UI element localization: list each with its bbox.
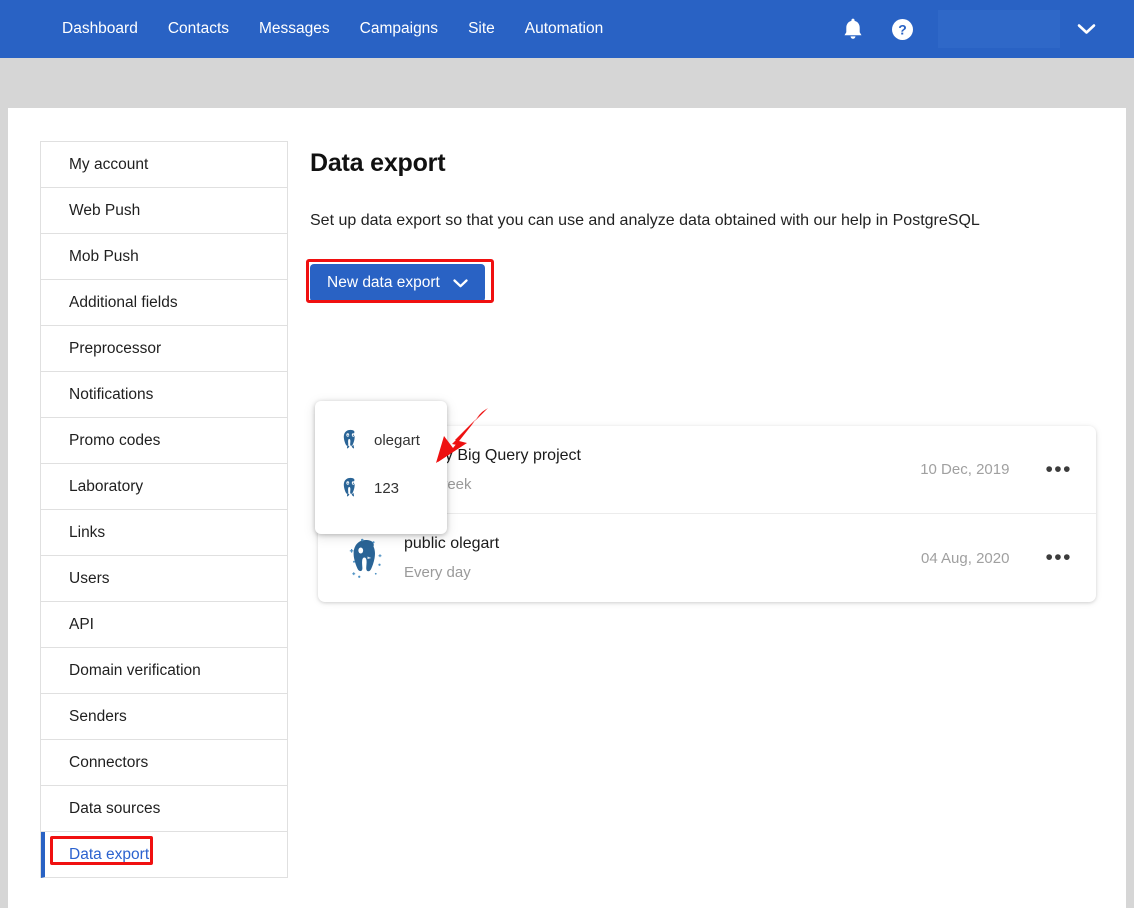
new-data-export-dropdown-menu: olegart 123	[315, 401, 447, 534]
export-row-date: 04 Aug, 2020	[921, 549, 1010, 567]
top-nav-right-controls: ?	[840, 0, 1134, 58]
dropdown-item-label: 123	[374, 479, 400, 497]
sidebar-item-laboratory[interactable]: Laboratory	[41, 464, 287, 510]
sidebar-item-promo-codes[interactable]: Promo codes	[41, 418, 287, 464]
row-text-block: estKey Big Query project very week	[404, 447, 920, 493]
main-content: Data export Set up data export so that y…	[306, 141, 1100, 303]
account-placeholder-block[interactable]	[938, 10, 1060, 48]
postgresql-elephant-icon	[338, 474, 363, 503]
svg-text:?: ?	[898, 21, 907, 37]
nav-link-automation[interactable]: Automation	[525, 21, 603, 37]
sidebar-item-label: My account	[69, 155, 149, 173]
export-row-title: public olegart	[404, 535, 500, 552]
dropdown-item-olegart[interactable]: olegart	[315, 419, 447, 461]
page-content-card: My account Web Push Mob Push Additional …	[8, 108, 1126, 908]
export-row-schedule: very week	[404, 475, 472, 493]
sidebar-item-additional-fields[interactable]: Additional fields	[41, 280, 287, 326]
sidebar-item-api[interactable]: API	[41, 602, 287, 648]
export-row-title: estKey Big Query project	[404, 446, 581, 464]
sidebar-item-label: Promo codes	[69, 431, 161, 449]
nav-link-campaigns[interactable]: Campaigns	[360, 21, 438, 37]
sidebar-item-label: Data export	[69, 845, 150, 863]
export-row-schedule: Every day	[404, 564, 471, 581]
new-data-export-button-label: New data export	[327, 274, 440, 291]
sidebar-item-label: Links	[69, 523, 106, 541]
sidebar-item-label: Notifications	[69, 385, 154, 403]
sidebar-item-label: Domain verification	[69, 661, 201, 679]
nav-link-site[interactable]: Site	[468, 21, 495, 37]
page-description: Set up data export so that you can use a…	[310, 212, 980, 229]
postgresql-elephant-icon	[338, 426, 363, 455]
sidebar-item-my-account[interactable]: My account	[41, 142, 287, 188]
chevron-down-icon	[453, 278, 468, 288]
sidebar-item-web-push[interactable]: Web Push	[41, 188, 287, 234]
page-title: Data export	[310, 149, 446, 177]
nav-link-messages[interactable]: Messages	[259, 21, 330, 37]
nav-link-contacts[interactable]: Contacts	[168, 21, 229, 37]
sidebar-item-label: Additional fields	[69, 293, 178, 311]
dropdown-item-label: olegart	[374, 431, 420, 449]
sidebar-item-users[interactable]: Users	[41, 556, 287, 602]
nav-link-dashboard[interactable]: Dashboard	[62, 21, 138, 37]
sidebar-item-label: Preprocessor	[69, 339, 162, 357]
sidebar-item-label: Laboratory	[69, 477, 144, 495]
sidebar-item-data-export[interactable]: Data export	[41, 832, 287, 878]
row-overflow-menu-icon[interactable]: •••	[1043, 547, 1074, 568]
bell-icon[interactable]	[840, 16, 866, 42]
row-text-block: public olegart Every day	[404, 535, 921, 581]
sidebar-item-label: Web Push	[69, 201, 141, 219]
top-nav-links: Dashboard Contacts Messages Campaigns Si…	[62, 21, 603, 37]
settings-sidebar: My account Web Push Mob Push Additional …	[40, 141, 288, 878]
sidebar-item-preprocessor[interactable]: Preprocessor	[41, 326, 287, 372]
chevron-down-icon[interactable]	[1066, 0, 1106, 58]
new-export-button-wrap: New data export	[306, 259, 1100, 303]
postgresql-elephant-icon	[342, 534, 404, 582]
sidebar-item-label: Data sources	[69, 799, 161, 817]
sidebar-item-label: Senders	[69, 707, 127, 725]
sidebar-item-label: API	[69, 615, 94, 633]
sidebar-item-mob-push[interactable]: Mob Push	[41, 234, 287, 280]
new-data-export-button[interactable]: New data export	[310, 264, 485, 302]
sidebar-item-label: Mob Push	[69, 247, 139, 265]
sidebar-item-label: Connectors	[69, 753, 149, 771]
export-row-date: 10 Dec, 2019	[920, 461, 1010, 478]
sidebar-item-notifications[interactable]: Notifications	[41, 372, 287, 418]
question-mark-circle-icon[interactable]: ?	[890, 17, 914, 41]
top-navigation-bar: Dashboard Contacts Messages Campaigns Si…	[0, 0, 1134, 58]
sidebar-item-data-sources[interactable]: Data sources	[41, 786, 287, 832]
dropdown-item-123[interactable]: 123	[315, 467, 447, 509]
sidebar-item-domain-verification[interactable]: Domain verification	[41, 648, 287, 694]
sidebar-item-links[interactable]: Links	[41, 510, 287, 556]
sidebar-item-senders[interactable]: Senders	[41, 694, 287, 740]
row-overflow-menu-icon[interactable]: •••	[1043, 459, 1074, 480]
sidebar-item-label: Users	[69, 569, 110, 587]
sidebar-item-connectors[interactable]: Connectors	[41, 740, 287, 786]
